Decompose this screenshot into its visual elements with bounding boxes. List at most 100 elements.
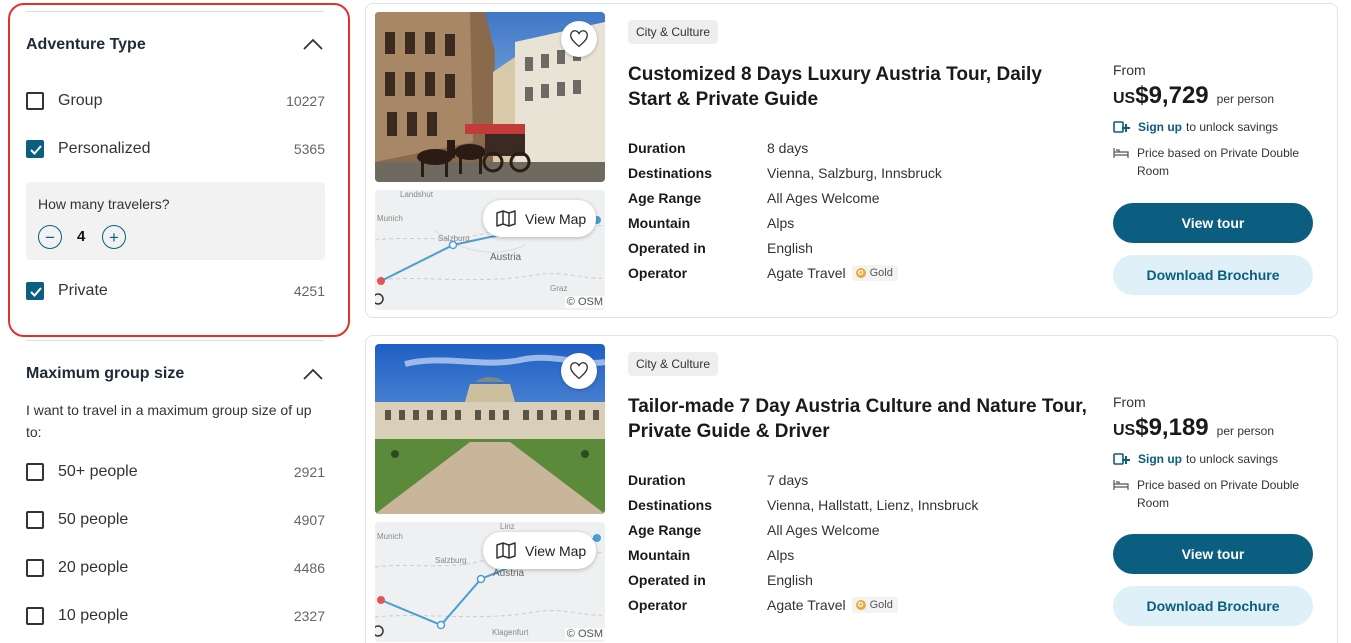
heart-icon <box>570 362 588 380</box>
option-count: 4907 <box>293 512 325 528</box>
map-label: Salzburg <box>435 556 467 565</box>
gold-medal-icon: ✪ <box>855 267 866 278</box>
from-label: From <box>1113 62 1146 78</box>
option-count: 2921 <box>293 464 325 480</box>
option-count: 4251 <box>293 283 325 299</box>
per-person-label: per person <box>1216 92 1275 106</box>
map-label: Munich <box>377 214 403 223</box>
option-group[interactable]: Group 10227 <box>26 89 325 113</box>
bed-icon <box>1113 480 1129 490</box>
group-size-description: I want to travel in a maximum group size… <box>26 402 312 440</box>
tour-details: Duration 8 days Destinations Vienna, Salzb… <box>628 135 942 285</box>
price-basis-text: Price based on Private Double Room <box>1137 478 1300 510</box>
checkbox-icon[interactable] <box>26 559 44 577</box>
map-icon <box>496 542 516 559</box>
tour-title[interactable]: Tailor-made 7 Day Austria Culture and Na… <box>628 394 1088 444</box>
category-badge: City & Culture <box>628 352 719 376</box>
route-map[interactable]: Linz Munich Salzburg Austria Klagenfurt … <box>375 522 605 642</box>
detail-value: All Ages Welcome <box>767 521 880 538</box>
route-map[interactable]: Landshut Munich Salzburg Austria Graz Vi… <box>375 190 605 310</box>
decrement-button[interactable]: − <box>38 225 62 249</box>
gold-label: Gold <box>869 266 893 279</box>
option-label: Personalized <box>58 140 151 157</box>
option-20[interactable]: 20 people 4486 <box>26 556 325 580</box>
favorite-button[interactable] <box>561 21 597 57</box>
option-label: Private <box>58 282 108 299</box>
option-count: 4486 <box>293 560 325 576</box>
checkbox-icon[interactable] <box>26 92 44 110</box>
option-personalized[interactable]: Personalized 5365 <box>26 137 325 161</box>
map-label: Klagenfurt <box>492 628 529 637</box>
detail-value: 8 days <box>767 139 809 156</box>
gold-badge: ✪ Gold <box>851 264 898 281</box>
detail-key: Mountain <box>628 214 691 231</box>
gold-medal-icon: ✪ <box>855 599 866 610</box>
option-label: 50+ people <box>58 463 138 480</box>
tour-photo[interactable] <box>375 12 605 182</box>
osm-attribution[interactable]: © OSM <box>564 296 605 308</box>
view-map-button[interactable]: View Map <box>483 532 596 569</box>
chevron-up-icon[interactable] <box>303 38 323 50</box>
detail-value: English <box>767 239 813 256</box>
favorite-button[interactable] <box>561 353 597 389</box>
sign-up-link[interactable]: Sign up <box>1138 120 1182 134</box>
checkbox-icon[interactable] <box>26 463 44 481</box>
detail-key: Operated in <box>628 571 706 588</box>
map-icon <box>496 210 516 227</box>
price-amount: $9,729 <box>1135 82 1209 109</box>
checkbox-checked-icon[interactable] <box>26 282 44 300</box>
view-tour-button[interactable]: View tour <box>1113 534 1313 574</box>
detail-value: All Ages Welcome <box>767 189 880 206</box>
checkbox-checked-icon[interactable] <box>26 140 44 158</box>
tour-card: Linz Munich Salzburg Austria Klagenfurt … <box>365 335 1338 643</box>
view-map-button[interactable]: View Map <box>483 200 596 237</box>
signup-savings: Sign up to unlock savings <box>1113 452 1278 466</box>
detail-key: Duration <box>628 471 686 488</box>
detail-key: Destinations <box>628 496 713 513</box>
currency: US <box>1113 422 1136 439</box>
travelers-panel: How many travelers? − 4 + <box>26 182 325 260</box>
unlock-text: to unlock savings <box>1186 452 1279 466</box>
osm-attribution[interactable]: © OSM <box>564 628 605 640</box>
price-basis-text: Price based on Private Double Room <box>1137 146 1300 178</box>
checkbox-icon[interactable] <box>26 511 44 529</box>
option-label: 10 people <box>58 607 129 624</box>
detail-key: Destinations <box>628 164 713 181</box>
operator-name[interactable]: Agate Travel <box>767 265 846 281</box>
option-10[interactable]: 10 people 2327 <box>26 604 325 628</box>
option-50plus[interactable]: 50+ people 2921 <box>26 460 325 484</box>
option-count: 5365 <box>293 141 325 157</box>
detail-value: English <box>767 571 813 588</box>
tour-title[interactable]: Customized 8 Days Luxury Austria Tour, D… <box>628 62 1088 112</box>
option-50[interactable]: 50 people 4907 <box>26 508 325 532</box>
option-label: 20 people <box>58 559 129 576</box>
option-label: 50 people <box>58 511 129 528</box>
bed-icon <box>1113 148 1129 158</box>
travelers-question: How many travelers? <box>38 196 170 212</box>
increment-button[interactable]: + <box>102 225 126 249</box>
download-brochure-button[interactable]: Download Brochure <box>1113 255 1313 295</box>
divider <box>26 340 324 341</box>
option-count: 2327 <box>293 608 325 624</box>
sign-up-link[interactable]: Sign up <box>1138 452 1182 466</box>
gold-badge: ✪ Gold <box>851 596 898 613</box>
checkbox-icon[interactable] <box>26 607 44 625</box>
option-private[interactable]: Private 4251 <box>26 279 325 303</box>
currency: US <box>1113 90 1136 107</box>
detail-key: Operated in <box>628 239 706 256</box>
detail-value: 7 days <box>767 471 809 488</box>
tour-photo[interactable] <box>375 344 605 514</box>
map-label: Graz <box>550 284 568 293</box>
operator-value: Agate Travel ✪ Gold <box>767 264 898 281</box>
download-brochure-button[interactable]: Download Brochure <box>1113 586 1313 626</box>
price: US $9,189 per person <box>1113 414 1274 442</box>
price-basis: Price based on Private Double Room <box>1113 144 1307 180</box>
member-icon <box>1113 453 1130 465</box>
signup-savings: Sign up to unlock savings <box>1113 120 1278 134</box>
unlock-text: to unlock savings <box>1186 120 1279 134</box>
chevron-up-icon[interactable] <box>303 368 323 380</box>
operator-name[interactable]: Agate Travel <box>767 597 846 613</box>
detail-key: Age Range <box>628 521 702 538</box>
view-tour-button[interactable]: View tour <box>1113 203 1313 243</box>
price-basis: Price based on Private Double Room <box>1113 476 1307 512</box>
